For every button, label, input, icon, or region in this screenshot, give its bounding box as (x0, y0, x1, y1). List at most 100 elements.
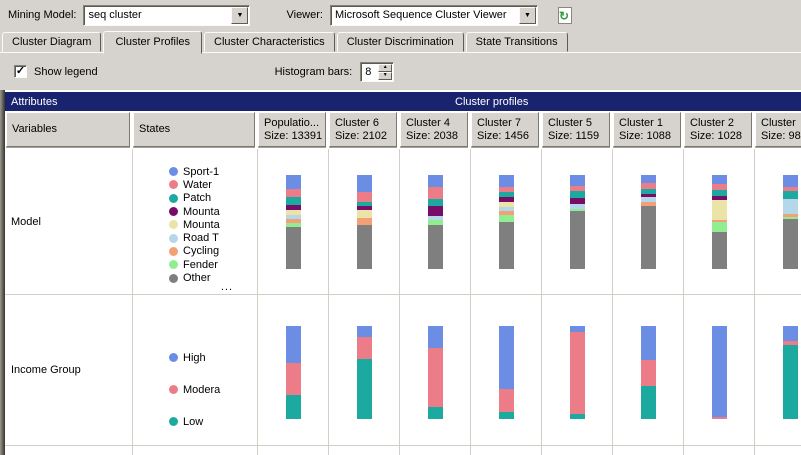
profile-bar-cell-cluster-4[interactable] (400, 149, 471, 295)
bar-segment-patch (782, 190, 798, 199)
profile-bar-cell-cluster-2[interactable] (684, 149, 755, 295)
bar-segment-high (782, 326, 798, 341)
profile-bar-cell-population[interactable] (258, 149, 329, 295)
table-cell-empty (133, 446, 258, 455)
column-header-cluster-4[interactable]: Cluster 4 Size: 2038 (400, 112, 468, 147)
bar-segment-mounta (711, 200, 727, 220)
stacked-bar (356, 175, 372, 269)
spin-down-icon[interactable]: ▼ (378, 71, 393, 80)
column-title: Cluster 1 (619, 116, 664, 129)
grid-body: Model Sport-1 Water Patch Mounta Mounta Road T… (5, 149, 801, 455)
bar-segment-sport-1 (427, 175, 443, 188)
column-header-cluster-7[interactable]: Cluster 7 Size: 1456 (471, 112, 539, 147)
bar-segment-patch (285, 197, 301, 206)
profile-bar-cell-cluster-3-cut-off[interactable] (755, 295, 801, 446)
bar-segment-low (356, 358, 372, 419)
stacked-bar (285, 326, 301, 419)
bar-segment-water (427, 187, 443, 199)
bar-segment-other (285, 227, 301, 269)
bar-segment-low (640, 385, 656, 419)
profile-bar-cell-cluster-5[interactable] (542, 149, 613, 295)
bar-segment-modera (427, 348, 443, 407)
histogram-bars-stepper[interactable]: 8 ▲ ▼ (360, 61, 395, 82)
column-size: Size: 98 (761, 129, 801, 142)
bar-segment-high (285, 326, 301, 364)
profile-bar-cell-cluster-5[interactable] (542, 295, 613, 446)
state-color-dot (169, 353, 178, 362)
chevron-down-icon[interactable]: ▼ (231, 6, 249, 24)
column-header-cluster-1[interactable]: Cluster 1 Size: 1088 (613, 112, 681, 147)
refresh-button[interactable]: ↻ (554, 4, 576, 26)
column-size: Size: 1159 (548, 129, 600, 142)
attribute-row-income-group: Income Group High Modera Low (5, 295, 801, 446)
bar-segment-high (427, 326, 443, 349)
tab-cluster-diagram[interactable]: Cluster Diagram (2, 32, 102, 52)
more-states-indicator[interactable]: ... (221, 281, 233, 293)
grid-header-row: Variables States Populatio... Size: 13391 Cl… (5, 111, 801, 149)
profile-bar-cell-cluster-1[interactable] (613, 149, 684, 295)
bar-segment-mounta (569, 197, 585, 205)
profile-bar-cell-cluster-1[interactable] (613, 295, 684, 446)
column-header-cluster-2[interactable]: Cluster 2 Size: 1028 (684, 112, 752, 147)
bar-segment-fender (498, 215, 514, 222)
bar-segment-sport-1 (285, 175, 301, 190)
state-label: Other (183, 272, 211, 285)
column-header-populatio[interactable]: Populatio... Size: 13391 (258, 112, 326, 147)
column-size: Size: 1028 (690, 129, 742, 142)
spin-up-icon[interactable]: ▲ (378, 63, 393, 72)
profile-bar-cell-cluster-7[interactable] (471, 295, 542, 446)
profile-bar-cell-cluster-6[interactable] (329, 149, 400, 295)
bar-segment-low (498, 412, 514, 419)
stacked-bar (569, 326, 585, 419)
column-title: Populatio... (264, 116, 320, 129)
viewer-dropdown[interactable]: Microsoft Sequence Cluster Viewer ▼ (329, 4, 538, 26)
column-title: Cluster 5 (548, 116, 593, 129)
table-cell-empty (258, 446, 329, 455)
stacked-bar (711, 175, 727, 269)
show-legend-checkbox[interactable]: ✓ (14, 65, 27, 78)
mining-model-dropdown[interactable]: seq cluster ▼ (83, 4, 251, 26)
profile-bar-cell-cluster-2[interactable] (684, 295, 755, 446)
profile-bar-cell-population[interactable] (258, 295, 329, 446)
variable-label: Model (11, 215, 41, 228)
chevron-down-icon[interactable]: ▼ (518, 6, 536, 24)
variable-cell[interactable]: Model (5, 149, 133, 295)
legend-item: Mounta (169, 205, 220, 218)
profile-bar-cell-cluster-3-cut-off[interactable] (755, 149, 801, 295)
bar-segment-patch (569, 190, 585, 198)
state-color-dot (169, 260, 178, 270)
legend-item: Patch (169, 192, 220, 205)
states-legend: High Modera Low (169, 351, 220, 447)
table-cell-empty (542, 446, 613, 455)
profile-bar-cell-cluster-4[interactable] (400, 295, 471, 446)
bar-segment-modera (498, 389, 514, 413)
column-header-states[interactable]: States (133, 112, 255, 147)
tab-cluster-discrimination[interactable]: Cluster Discrimination (336, 32, 464, 52)
tab-cluster-characteristics[interactable]: Cluster Characteristics (204, 32, 335, 52)
table-cell-empty (471, 446, 542, 455)
column-header-variables[interactable]: Variables (6, 112, 130, 147)
bar-segment-low (285, 394, 301, 419)
state-color-dot (169, 180, 178, 190)
column-header-cluster[interactable]: Cluster Size: 98 (755, 112, 801, 147)
variable-cell[interactable]: Income Group (5, 295, 133, 446)
bar-segment-other (640, 206, 656, 269)
bar-segment-other (356, 224, 372, 269)
legend-item: Mounta (169, 218, 220, 231)
stacked-bar (782, 175, 798, 269)
column-header-cluster-6[interactable]: Cluster 6 Size: 2102 (329, 112, 397, 147)
refresh-icon: ↻ (557, 6, 572, 24)
bar-segment-fender (711, 222, 727, 233)
tab-state-transitions[interactable]: State Transitions (465, 32, 568, 52)
bar-segment-high (356, 326, 372, 338)
column-header-cluster-5[interactable]: Cluster 5 Size: 1159 (542, 112, 610, 147)
state-label: Mounta (183, 218, 220, 231)
bar-segment-mounta (427, 206, 443, 217)
profile-bar-cell-cluster-6[interactable] (329, 295, 400, 446)
profile-bar-cell-cluster-7[interactable] (471, 149, 542, 295)
legend-item: Fender (169, 258, 220, 271)
viewer-label: Viewer: (286, 9, 323, 21)
bar-segment-other (782, 219, 798, 269)
tab-cluster-profiles[interactable]: Cluster Profiles (103, 31, 203, 54)
state-color-dot (169, 220, 178, 230)
